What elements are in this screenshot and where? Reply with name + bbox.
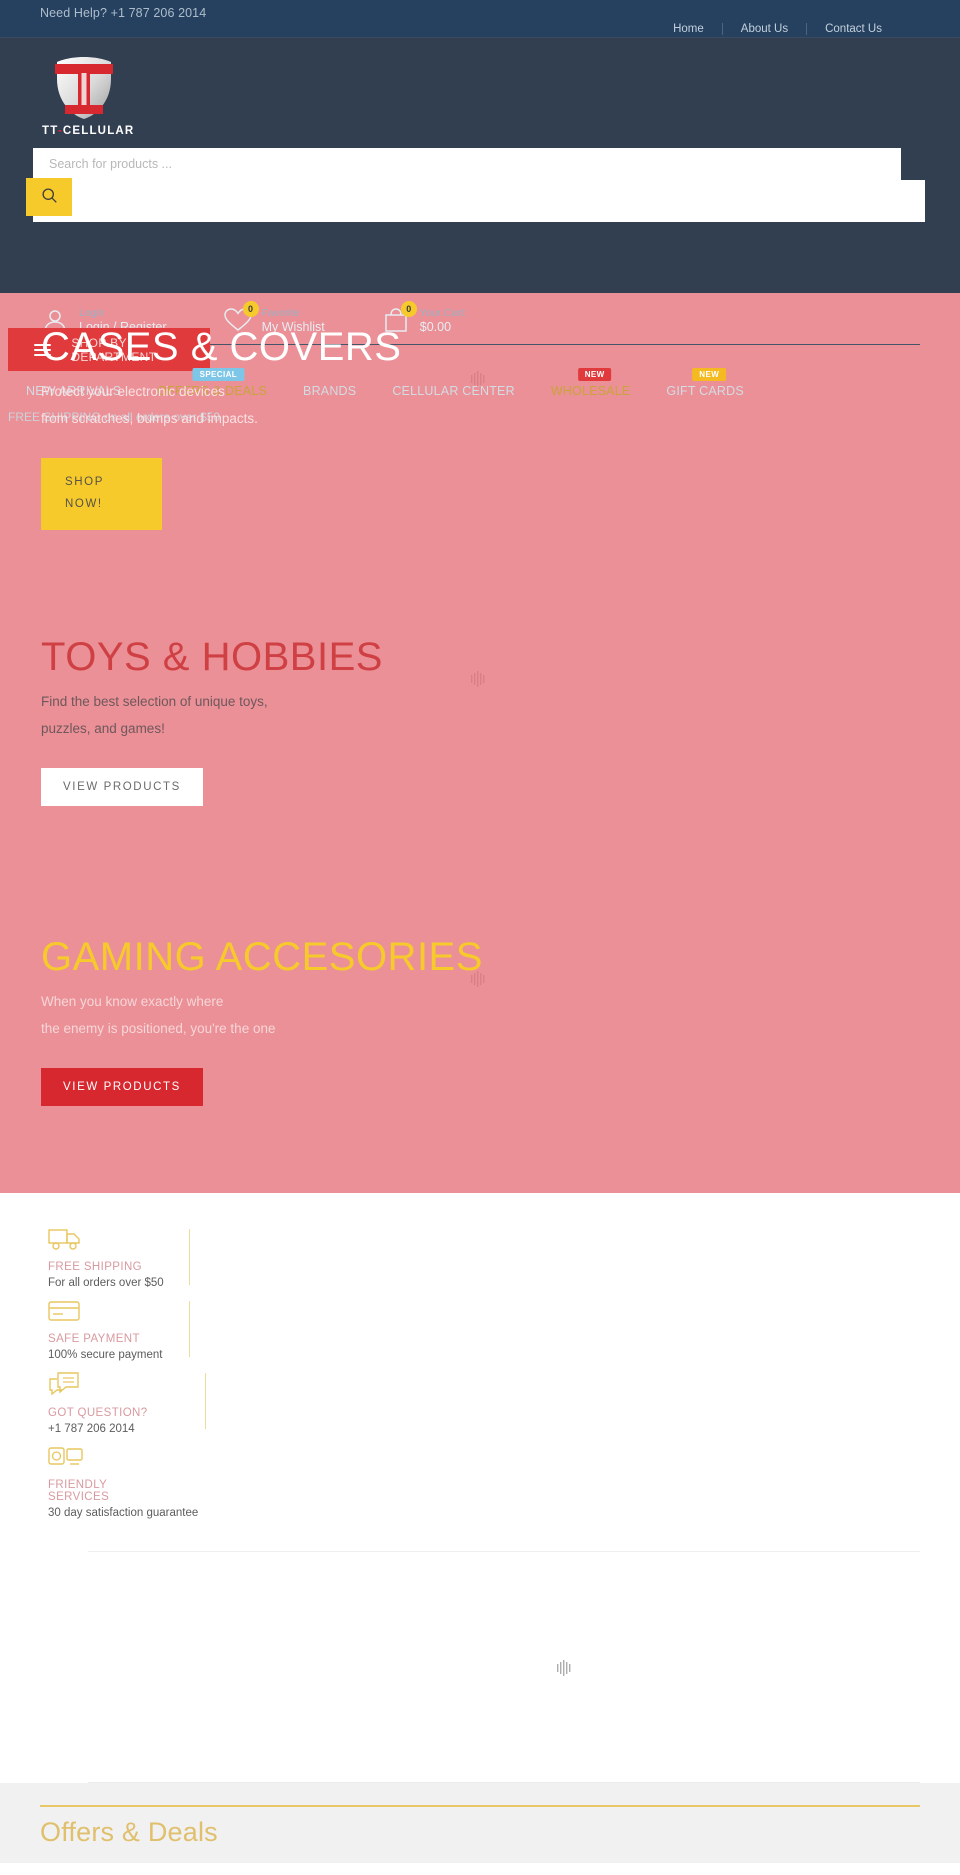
hero-line1: Protect your electronic devices	[41, 384, 225, 399]
feature-subtitle: 30 day satisfaction guarantee	[48, 1507, 199, 1519]
hero-line1: Find the best selection of unique toys,	[41, 694, 268, 709]
logo-shield-icon	[49, 55, 119, 121]
divider	[205, 1373, 206, 1429]
broken-image-placeholder-icon	[470, 371, 488, 389]
top-link-home[interactable]: Home	[655, 23, 722, 35]
hero-title: GAMING ACCESORIES	[41, 935, 483, 979]
top-utility-bar: Need Help? +1 787 206 2014 Home About Us…	[0, 0, 960, 37]
promo-banner[interactable]	[88, 1551, 920, 1783]
feature-title: SAFE PAYMENT	[48, 1333, 140, 1345]
hero-line2: puzzles, and games!	[41, 721, 165, 736]
feature-title: FREE SHIPPING	[48, 1261, 143, 1273]
broken-image-placeholder-icon	[470, 671, 488, 689]
help-phone-text: Need Help? +1 787 206 2014	[40, 6, 207, 20]
hero-line2: the enemy is positioned, you're the one	[41, 1021, 276, 1036]
feature-free-shipping: FREE SHIPPING For all orders over $50	[48, 1227, 190, 1299]
chat-icon	[48, 1371, 168, 1402]
hero-cta-view-products[interactable]: VIEW PRODUCTS	[41, 1068, 203, 1106]
search-button[interactable]	[26, 178, 72, 216]
site-logo[interactable]: TT-CELLULAR	[41, 55, 135, 141]
offers-and-deals-section: Offers & Deals	[0, 1783, 960, 1863]
top-nav-links: Home About Us Contact Us	[655, 23, 900, 35]
offers-section-heading: Offers & Deals	[40, 1817, 218, 1847]
search-icon	[41, 187, 58, 207]
hero-line1: When you know exactly where	[41, 994, 224, 1009]
top-link-about-us[interactable]: About Us	[723, 23, 806, 35]
hero-title: CASES & COVERS	[41, 325, 402, 369]
hero-cta-shop-now[interactable]: SHOP NOW!	[41, 458, 162, 530]
site-header: TT-CELLULAR Search for products ... Logi…	[0, 37, 960, 424]
hero-slide-gaming-accesories: GAMING ACCESORIES When you know exactly …	[0, 893, 960, 1193]
feature-safe-payment: SAFE PAYMENT 100% secure payment	[48, 1299, 190, 1371]
feature-title: FRIENDLY SERVICES	[48, 1479, 110, 1503]
page-root: Need Help? +1 787 206 2014 Home About Us…	[0, 0, 960, 1863]
broken-image-placeholder-icon	[556, 1660, 574, 1681]
hero-slide-cases-covers: CASES & COVERS Protect your electronic d…	[0, 293, 960, 593]
logo-wordmark: TT-CELLULAR	[42, 125, 135, 137]
search-area	[26, 148, 925, 222]
hero-title: TOYS & HOBBIES	[41, 635, 383, 679]
feature-subtitle: 100% secure payment	[48, 1349, 163, 1361]
hero-line2: from scratches, bumps and impacts.	[41, 411, 258, 426]
search-panel	[33, 180, 925, 222]
divider	[189, 1229, 190, 1285]
feature-friendly-services: FRIENDLY SERVICES 30 day satisfaction gu…	[48, 1445, 199, 1529]
broken-image-placeholder-icon	[470, 971, 488, 989]
top-link-contact-us[interactable]: Contact Us	[807, 23, 900, 35]
card-icon	[48, 1299, 168, 1328]
truck-icon	[48, 1227, 168, 1256]
hero-carousel: CASES & COVERS Protect your electronic d…	[0, 293, 960, 1193]
feature-subtitle: For all orders over $50	[48, 1277, 164, 1289]
features-section: FREE SHIPPING For all orders over $50 SA…	[0, 1193, 960, 1783]
hero-cta-view-products[interactable]: VIEW PRODUCTS	[41, 768, 203, 806]
hero-slide-toys-hobbies: TOYS & HOBBIES Find the best selection o…	[0, 593, 960, 893]
feature-subtitle: +1 787 206 2014	[48, 1423, 135, 1435]
feature-title: GOT QUESTION?	[48, 1407, 148, 1419]
divider	[189, 1301, 190, 1357]
feature-got-question: GOT QUESTION? +1 787 206 2014	[48, 1371, 206, 1445]
support-icon	[48, 1445, 168, 1474]
search-input[interactable]	[33, 148, 901, 180]
